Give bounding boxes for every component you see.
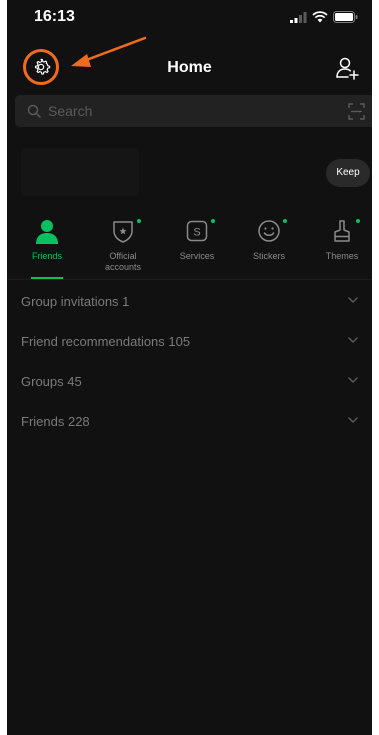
banner-image bbox=[21, 148, 139, 196]
services-icon: S bbox=[186, 220, 208, 242]
new-badge-dot bbox=[283, 219, 287, 223]
tab-label: Stickers bbox=[252, 251, 285, 261]
status-bar: 16:13 bbox=[7, 0, 372, 38]
smiley-icon bbox=[258, 220, 280, 242]
tab-services[interactable]: S Services bbox=[165, 218, 229, 262]
keep-button[interactable]: Keep bbox=[326, 159, 370, 187]
new-badge-dot bbox=[137, 219, 141, 223]
shield-icon bbox=[113, 221, 133, 243]
section-label: Group invitations 1 bbox=[21, 294, 130, 309]
add-person-icon bbox=[336, 57, 359, 80]
annotation-arrow bbox=[71, 36, 147, 67]
divider bbox=[7, 279, 372, 280]
search-bar[interactable]: Search bbox=[15, 95, 372, 127]
category-tabs: Friends Official accounts S Services Sti… bbox=[7, 218, 372, 280]
tab-label: Services bbox=[179, 251, 215, 261]
page-title: Home bbox=[167, 59, 212, 76]
scan-icon[interactable] bbox=[348, 103, 365, 120]
svg-text:S: S bbox=[193, 227, 200, 239]
signal-icon bbox=[290, 11, 307, 23]
chevron-down-icon bbox=[348, 377, 358, 383]
section-friends[interactable]: Friends 228 bbox=[21, 413, 358, 433]
tab-friends[interactable]: Friends bbox=[15, 218, 79, 262]
phone-screen: 16:13 Home Search Keep Friends Official … bbox=[7, 0, 372, 735]
person-icon bbox=[36, 220, 58, 244]
new-badge-dot bbox=[356, 219, 360, 223]
header: Home bbox=[7, 49, 372, 86]
new-badge-dot bbox=[211, 219, 215, 223]
section-label: Friend recommendations 105 bbox=[21, 334, 191, 349]
chevron-down-icon bbox=[348, 417, 358, 423]
battery-icon bbox=[333, 11, 358, 23]
search-input[interactable]: Search bbox=[48, 103, 92, 119]
section-groups[interactable]: Groups 45 bbox=[21, 373, 358, 393]
tab-official-accounts[interactable]: Official accounts bbox=[91, 218, 155, 273]
chevron-down-icon bbox=[348, 297, 358, 303]
wifi-icon bbox=[312, 11, 328, 23]
status-icons bbox=[290, 11, 358, 23]
add-friend-button[interactable] bbox=[334, 55, 360, 81]
tab-label: Themes bbox=[325, 251, 359, 261]
section-label: Groups 45 bbox=[21, 374, 82, 389]
status-time: 16:13 bbox=[34, 8, 75, 25]
tab-stickers[interactable]: Stickers bbox=[237, 218, 301, 262]
chevron-down-icon bbox=[348, 337, 358, 343]
tab-themes[interactable]: Themes bbox=[310, 218, 372, 262]
brush-icon bbox=[334, 220, 350, 242]
tab-label: Friends bbox=[31, 251, 62, 261]
section-group-invitations[interactable]: Group invitations 1 bbox=[21, 293, 358, 313]
section-friend-recommendations[interactable]: Friend recommendations 105 bbox=[21, 333, 358, 353]
tab-label: Official accounts bbox=[104, 251, 142, 272]
search-icon bbox=[27, 104, 41, 118]
section-label: Friends 228 bbox=[21, 414, 90, 429]
